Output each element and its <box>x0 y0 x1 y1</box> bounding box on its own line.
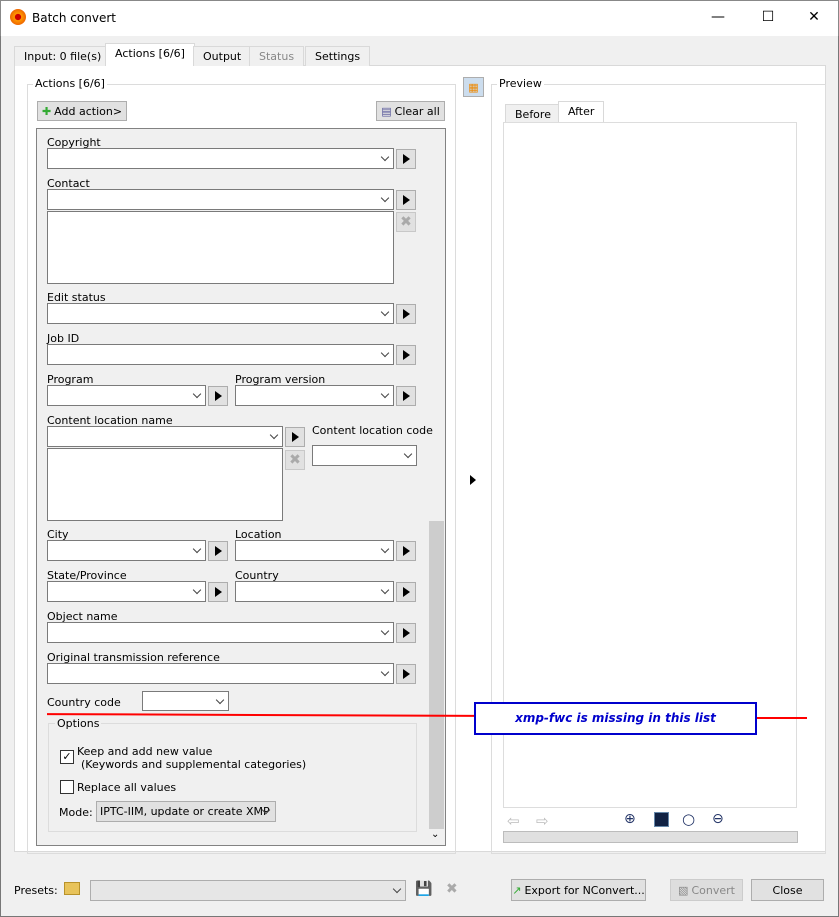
presets-label: Presets: <box>14 884 58 897</box>
original-transmission-reference-combo[interactable] <box>47 663 394 684</box>
previous-icon[interactable]: ⇦ <box>507 812 520 830</box>
object-name-combo[interactable] <box>47 622 394 643</box>
export-nconvert-button[interactable]: ↗ Export for NConvert... <box>511 879 646 901</box>
state-apply-button[interactable] <box>208 582 228 602</box>
save-preset-icon[interactable]: 💾 <box>415 881 432 897</box>
preview-tab-before[interactable]: Before <box>505 104 561 124</box>
object-name-apply-button[interactable] <box>396 623 416 643</box>
program-version-apply-button[interactable] <box>396 386 416 406</box>
tab-actions[interactable]: Actions [6/6] <box>105 43 195 66</box>
location-apply-button[interactable] <box>396 541 416 561</box>
content-location-code-combo[interactable] <box>312 445 417 466</box>
convert-button[interactable]: ▧ Convert <box>670 879 743 901</box>
content-location-name-apply-button[interactable] <box>285 427 305 447</box>
preview-progress-bar <box>503 831 798 843</box>
country-apply-button[interactable] <box>396 582 416 602</box>
contact-list[interactable] <box>47 211 394 284</box>
city-combo[interactable] <box>47 540 206 561</box>
copyright-apply-button[interactable] <box>396 149 416 169</box>
fit-icon[interactable] <box>654 812 669 827</box>
convert-icon: ▧ <box>678 883 689 897</box>
scrollbar[interactable]: ⌄ <box>428 129 445 845</box>
tab-output[interactable]: Output <box>193 46 252 66</box>
add-icon: ✚ <box>41 104 52 118</box>
country-code-combo[interactable] <box>142 691 229 711</box>
copyright-combo[interactable] <box>47 148 394 169</box>
contact-combo[interactable] <box>47 189 394 210</box>
content-location-name-combo[interactable] <box>47 426 283 447</box>
next-icon[interactable]: ⇨ <box>536 812 549 830</box>
program-version-combo[interactable] <box>235 385 394 406</box>
mode-select[interactable]: IPTC-IIM, update or create XMP <box>96 801 276 822</box>
content-location-delete-icon[interactable]: ✖ <box>285 450 305 470</box>
zoom-actual-icon[interactable]: ○ <box>682 810 695 828</box>
annotation-line-right <box>756 717 807 719</box>
job-id-combo[interactable] <box>47 344 394 365</box>
app-logo-icon <box>10 9 26 25</box>
content-location-code-label: Content location code <box>312 424 433 437</box>
tab-input[interactable]: Input: 0 file(s) <box>14 46 112 66</box>
tab-settings[interactable]: Settings <box>305 46 371 66</box>
contact-delete-icon[interactable]: ✖ <box>396 212 416 232</box>
country-code-label: Country code <box>47 696 121 709</box>
scroll-down-icon[interactable]: ⌄ <box>431 829 439 840</box>
window-title: Batch convert <box>32 11 116 25</box>
tab-status[interactable]: Status <box>249 46 305 66</box>
location-combo[interactable] <box>235 540 394 561</box>
keep-add-sublabel: (Keywords and supplemental categories) <box>81 758 307 771</box>
export-icon: ↗ <box>512 883 522 897</box>
image-icon: ▦ <box>468 80 479 94</box>
job-id-apply-button[interactable] <box>396 345 416 365</box>
scrollbar-thumb[interactable] <box>429 521 444 829</box>
edit-status-combo[interactable] <box>47 303 394 324</box>
add-action-button[interactable]: ✚ Add action> <box>37 101 127 121</box>
keep-add-label: Keep and add new value <box>77 745 213 758</box>
program-combo[interactable] <box>47 385 206 406</box>
minimize-button[interactable]: — <box>708 9 728 25</box>
clear-icon: ▤ <box>381 104 392 118</box>
state-combo[interactable] <box>47 581 206 602</box>
close-button[interactable]: Close <box>751 879 824 901</box>
country-combo[interactable] <box>235 581 394 602</box>
zoom-in-icon[interactable]: ⊕ <box>624 811 636 827</box>
preview-toggle-button[interactable]: ▦ <box>463 77 484 97</box>
close-window-button[interactable]: ✕ <box>804 9 824 25</box>
expand-arrow-icon[interactable] <box>470 475 476 485</box>
keep-add-checkbox[interactable]: ✓ <box>60 750 74 764</box>
options-label: Options <box>55 717 102 730</box>
maximize-button[interactable]: ☐ <box>758 9 778 25</box>
original-transmission-reference-apply-button[interactable] <box>396 664 416 684</box>
presets-combo[interactable] <box>90 880 406 901</box>
delete-preset-icon[interactable]: ✖ <box>446 881 458 897</box>
actions-group-label: Actions [6/6] <box>33 77 107 90</box>
zoom-out-icon[interactable]: ⊖ <box>712 811 724 827</box>
program-apply-button[interactable] <box>208 386 228 406</box>
load-preset-icon[interactable] <box>64 882 80 895</box>
replace-all-label: Replace all values <box>77 781 177 794</box>
content-location-name-list[interactable] <box>47 448 283 521</box>
title-bar: Batch convert — ☐ ✕ <box>0 0 839 36</box>
contact-apply-button[interactable] <box>396 190 416 210</box>
edit-status-apply-button[interactable] <box>396 304 416 324</box>
replace-all-checkbox[interactable] <box>60 780 74 794</box>
city-apply-button[interactable] <box>208 541 228 561</box>
clear-all-button[interactable]: ▤ Clear all <box>376 101 445 121</box>
annotation-box: xmp-fwc is missing in this list <box>474 702 757 735</box>
preview-tab-after[interactable]: After <box>558 101 605 123</box>
preview-label: Preview <box>497 77 544 90</box>
mode-label: Mode: <box>59 806 93 819</box>
